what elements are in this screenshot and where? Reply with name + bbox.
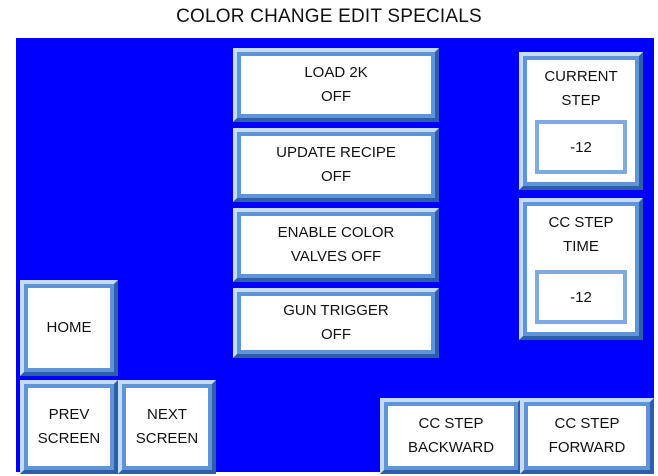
gun-trigger-button[interactable]: GUN TRIGGER OFF bbox=[233, 288, 439, 358]
cc-step-time-label: CC STEP TIME bbox=[527, 206, 635, 266]
cc-step-backward-label: CC STEP BACKWARD bbox=[388, 406, 514, 466]
cc-step-forward-button[interactable]: CC STEP FORWARD bbox=[520, 398, 654, 474]
current-step-value[interactable]: -12 bbox=[535, 120, 627, 174]
cc-step-backward-button[interactable]: CC STEP BACKWARD bbox=[380, 398, 522, 474]
cc-step-time-display: CC STEP TIME -12 bbox=[519, 198, 643, 340]
screen-title: COLOR CHANGE EDIT SPECIALS bbox=[176, 6, 482, 27]
cc-step-forward-label: CC STEP FORWARD bbox=[528, 406, 646, 466]
update-recipe-button[interactable]: UPDATE RECIPE OFF bbox=[233, 128, 439, 202]
enable-color-valves-label: ENABLE COLOR VALVES OFF bbox=[241, 216, 431, 274]
enable-color-valves-button[interactable]: ENABLE COLOR VALVES OFF bbox=[233, 208, 439, 282]
cc-step-time-value[interactable]: -12 bbox=[535, 270, 627, 324]
prev-screen-button[interactable]: PREV SCREEN bbox=[20, 380, 118, 474]
home-button[interactable]: HOME bbox=[20, 280, 118, 376]
home-label: HOME bbox=[28, 288, 110, 368]
load-2k-button[interactable]: LOAD 2K OFF bbox=[233, 48, 439, 122]
update-recipe-label: UPDATE RECIPE OFF bbox=[241, 136, 431, 194]
current-step-label: CURRENT STEP bbox=[527, 60, 635, 120]
load-2k-label: LOAD 2K OFF bbox=[241, 56, 431, 114]
next-screen-button[interactable]: NEXT SCREEN bbox=[118, 380, 216, 474]
prev-screen-label: PREV SCREEN bbox=[28, 388, 110, 466]
gun-trigger-label: GUN TRIGGER OFF bbox=[241, 296, 431, 350]
current-step-display: CURRENT STEP -12 bbox=[519, 52, 643, 190]
next-screen-label: NEXT SCREEN bbox=[126, 388, 208, 466]
